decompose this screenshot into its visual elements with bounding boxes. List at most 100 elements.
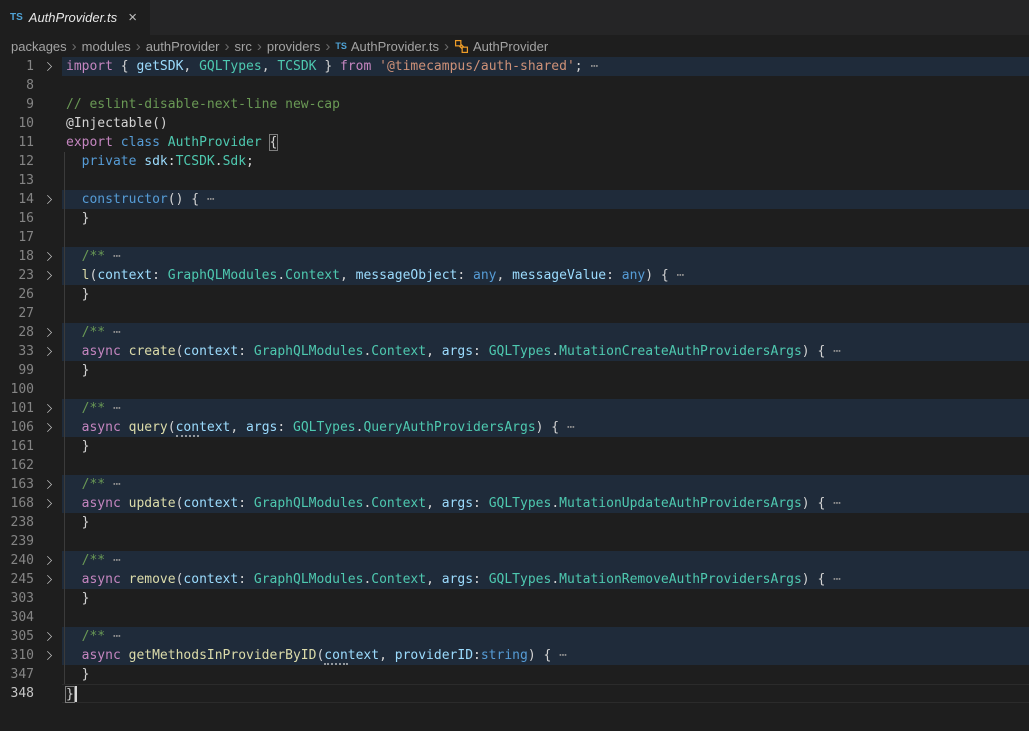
line-number: 18 <box>0 247 34 266</box>
code-line-content[interactable]: async create(context: GraphQLModules.Con… <box>62 342 1029 361</box>
code-line: 101 /** ⋯ <box>0 399 1029 418</box>
code-line-content[interactable]: } <box>62 209 1029 228</box>
code-token: Context <box>371 572 426 587</box>
folded-code-ellipsis[interactable]: ⋯ <box>105 477 121 492</box>
code-line-content[interactable]: } <box>62 437 1029 456</box>
code-line-content[interactable]: } <box>62 589 1029 608</box>
code-line-content[interactable]: async remove(context: GraphQLModules.Con… <box>62 570 1029 589</box>
code-token: ) { <box>802 344 833 359</box>
folded-code-ellipsis[interactable]: ⋯ <box>207 192 215 207</box>
folded-code-ellipsis[interactable]: ⋯ <box>833 572 841 587</box>
code-line-content[interactable] <box>62 608 1029 627</box>
code-token: : <box>168 154 176 169</box>
code-token <box>66 249 82 264</box>
code-token: : <box>277 420 293 435</box>
editor-gutter: 1 <box>0 57 62 76</box>
folded-code-ellipsis[interactable]: ⋯ <box>590 59 598 74</box>
code-token <box>66 477 82 492</box>
breadcrumb-item-modules[interactable]: modules <box>82 39 131 54</box>
code-line-content[interactable]: export class AuthProvider { <box>62 133 1029 152</box>
line-number: 99 <box>0 361 34 380</box>
code-line: 100 <box>0 380 1029 399</box>
breadcrumb-item-src[interactable]: src <box>235 39 252 54</box>
code-line-content[interactable]: /** ⋯ <box>62 247 1029 266</box>
line-number: 12 <box>0 152 34 171</box>
close-tab-icon[interactable]: × <box>125 9 140 26</box>
code-token: Sdk <box>223 154 246 169</box>
code-line-content[interactable] <box>62 304 1029 323</box>
code-token: MutationCreateAuthProvidersArgs <box>559 344 802 359</box>
code-token: @Injectable() <box>66 116 168 131</box>
code-line-content[interactable]: async query(context, args: GQLTypes.Quer… <box>62 418 1029 437</box>
code-token: , <box>497 268 513 283</box>
breadcrumb-item-authprovider[interactable]: authProvider <box>146 39 220 54</box>
code-line-content[interactable]: } <box>62 285 1029 304</box>
code-line-content[interactable]: private sdk:TCSDK.Sdk; <box>62 152 1029 171</box>
code-line-content[interactable]: async getMethodsInProviderByID(context, … <box>62 646 1029 665</box>
line-number: 101 <box>0 399 34 418</box>
folded-code-ellipsis[interactable]: ⋯ <box>105 629 121 644</box>
code-line-content[interactable]: /** ⋯ <box>62 399 1029 418</box>
code-line-content[interactable]: async update(context: GraphQLModules.Con… <box>62 494 1029 513</box>
code-line-content[interactable] <box>62 76 1029 95</box>
code-line-content[interactable]: @Injectable() <box>62 114 1029 133</box>
code-line-content[interactable] <box>62 171 1029 190</box>
code-line-content[interactable]: /** ⋯ <box>62 323 1029 342</box>
code-token <box>121 572 129 587</box>
editor-gutter: 99 <box>0 361 62 380</box>
breadcrumb-item-authprovider[interactable]: AuthProvider <box>454 39 548 54</box>
vscode-window: TS AuthProvider.ts × packages›modules›au… <box>0 0 1029 731</box>
editor-gutter: 18 <box>0 247 62 266</box>
code-token <box>113 135 121 150</box>
code-line-content[interactable]: constructor() { ⋯ <box>62 190 1029 209</box>
folded-code-ellipsis[interactable]: ⋯ <box>833 344 841 359</box>
code-token: context <box>97 268 152 283</box>
code-token: async <box>82 344 121 359</box>
code-line-content[interactable]: } <box>62 665 1029 684</box>
code-token: . <box>551 496 559 511</box>
tab-authprovider-ts[interactable]: TS AuthProvider.ts × <box>0 0 151 35</box>
code-line-content[interactable] <box>62 228 1029 247</box>
folded-code-ellipsis[interactable]: ⋯ <box>105 325 121 340</box>
folded-code-ellipsis[interactable]: ⋯ <box>567 420 575 435</box>
code-token: getSDK <box>136 59 183 74</box>
code-line-content[interactable]: } <box>62 684 1029 703</box>
code-line-content[interactable]: /** ⋯ <box>62 551 1029 570</box>
breadcrumb-item-packages[interactable]: packages <box>11 39 67 54</box>
line-number: 238 <box>0 513 34 532</box>
editor-gutter: 26 <box>0 285 62 304</box>
breadcrumb-label: modules <box>82 39 131 54</box>
code-line-content[interactable]: /** ⋯ <box>62 475 1029 494</box>
breadcrumb-item-authprovider-ts[interactable]: TSAuthProvider.ts <box>335 39 439 54</box>
code-line-content[interactable] <box>62 380 1029 399</box>
folded-code-ellipsis[interactable]: ⋯ <box>105 553 121 568</box>
code-token <box>66 648 82 663</box>
code-line-content[interactable]: l(context: GraphQLModules.Context, messa… <box>62 266 1029 285</box>
tab-title: AuthProvider.ts <box>29 10 117 25</box>
code-token <box>121 344 129 359</box>
code-line-content[interactable] <box>62 456 1029 475</box>
code-line: 18 /** ⋯ <box>0 247 1029 266</box>
folded-code-ellipsis[interactable]: ⋯ <box>559 648 567 663</box>
editor-gutter: 8 <box>0 76 62 95</box>
code-token: ) { <box>645 268 676 283</box>
code-line-content[interactable]: import { getSDK, GQLTypes, TCSDK } from … <box>62 57 1029 76</box>
code-line-content[interactable]: } <box>62 361 1029 380</box>
code-token: : <box>473 496 489 511</box>
folded-code-ellipsis[interactable]: ⋯ <box>677 268 685 283</box>
breadcrumb-item-providers[interactable]: providers <box>267 39 320 54</box>
code-line-content[interactable]: // eslint-disable-next-line new-cap <box>62 95 1029 114</box>
code-token: class <box>121 135 160 150</box>
code-line-content[interactable]: } <box>62 513 1029 532</box>
editor-gutter: 13 <box>0 171 62 190</box>
folded-code-ellipsis[interactable]: ⋯ <box>105 401 121 416</box>
line-number: 28 <box>0 323 34 342</box>
code-line-content[interactable]: /** ⋯ <box>62 627 1029 646</box>
folded-code-ellipsis[interactable]: ⋯ <box>833 496 841 511</box>
folded-code-ellipsis[interactable]: ⋯ <box>105 249 121 264</box>
code-line-content[interactable] <box>62 532 1029 551</box>
breadcrumb: packages›modules›authProvider›src›provid… <box>0 35 1029 57</box>
code-token: } <box>317 59 340 74</box>
code-token: args <box>442 572 473 587</box>
editor-gutter: 162 <box>0 456 62 475</box>
